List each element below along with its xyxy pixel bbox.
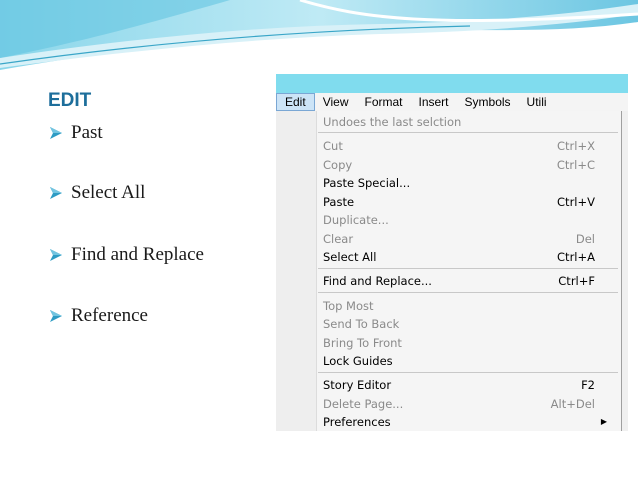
- bullet-item: Select All: [48, 182, 145, 204]
- header-swoosh-art: [0, 0, 638, 70]
- menu-item-delete-page[interactable]: Delete Page... Alt+Del: [323, 395, 595, 412]
- menu-item-label: Top Most: [323, 298, 374, 313]
- menu-item-duplicate[interactable]: Duplicate...: [323, 211, 595, 228]
- menu-item-paste-special[interactable]: Paste Special...: [323, 174, 595, 191]
- menu-item-label: Clear: [323, 231, 354, 246]
- menu-item-label: Preferences: [323, 414, 391, 429]
- menu-separator: [318, 132, 618, 133]
- bullet-item: Reference: [48, 305, 148, 327]
- menu-separator: [318, 268, 618, 269]
- menu-separator: [318, 292, 618, 293]
- bullet-text: Past: [71, 122, 103, 143]
- menu-item-paste[interactable]: Paste Ctrl+V: [323, 193, 595, 210]
- menu-item-preferences[interactable]: Preferences ▶: [323, 413, 607, 430]
- menu-item-label: Paste: [323, 194, 355, 209]
- menu-item-clear[interactable]: Clear Del: [323, 230, 595, 247]
- menu-item-story-editor[interactable]: Story Editor F2: [323, 376, 595, 393]
- menu-item-lock-guides[interactable]: Lock Guides: [323, 352, 595, 369]
- menu-item-label: Find and Replace...: [323, 273, 432, 288]
- menu-item-undo[interactable]: Undoes the last selction: [323, 113, 595, 130]
- arrow-bullet-icon: [50, 187, 62, 199]
- menu-item-shortcut: Ctrl+F: [558, 273, 595, 288]
- bullet-item: Past: [48, 122, 103, 144]
- menu-item-shortcut: Ctrl+A: [557, 249, 595, 264]
- arrow-bullet-icon: [50, 249, 62, 261]
- menu-item-label: Story Editor: [323, 377, 392, 392]
- menu-format[interactable]: Format: [356, 93, 410, 111]
- bullet-text: Reference: [71, 305, 148, 326]
- menu-item-label: Delete Page...: [323, 396, 404, 411]
- menu-edit[interactable]: Edit: [276, 93, 315, 111]
- menu-item-label: Paste Special...: [323, 175, 411, 190]
- menu-item-send-to-back[interactable]: Send To Back: [323, 315, 595, 332]
- menu-icon-gutter: [276, 111, 317, 431]
- menu-item-top-most[interactable]: Top Most: [323, 297, 595, 314]
- edit-menu-screenshot: Edit View Format Insert Symbols Utili Un…: [276, 74, 628, 431]
- menu-item-label: Lock Guides: [323, 353, 393, 368]
- bullet-text: Find and Replace: [71, 244, 204, 265]
- menu-view[interactable]: View: [315, 93, 357, 111]
- menu-item-shortcut: F2: [581, 377, 595, 392]
- menu-item-label: Bring To Front: [323, 335, 402, 350]
- menu-item-cut[interactable]: Cut Ctrl+X: [323, 137, 595, 154]
- menu-item-label: Cut: [323, 138, 343, 153]
- menu-item-shortcut: Del: [575, 231, 595, 246]
- menu-insert[interactable]: Insert: [411, 93, 457, 111]
- app-title-bar: [276, 74, 628, 93]
- menu-bar: Edit View Format Insert Symbols Utili: [276, 93, 628, 111]
- arrow-bullet-icon: [50, 127, 62, 139]
- menu-item-label: Copy: [323, 157, 353, 172]
- menu-item-label: Send To Back: [323, 316, 400, 331]
- menu-item-label: Duplicate...: [323, 212, 389, 227]
- menu-symbols[interactable]: Symbols: [457, 93, 519, 111]
- menu-separator: [318, 372, 618, 373]
- menu-utilities[interactable]: Utili: [519, 93, 555, 111]
- edit-dropdown-menu: Undoes the last selction Cut Ctrl+X Copy…: [276, 111, 622, 431]
- menu-item-shortcut: Ctrl+C: [556, 157, 595, 172]
- bullet-item: Find and Replace: [48, 244, 204, 266]
- menu-item-select-all[interactable]: Select All Ctrl+A: [323, 248, 595, 265]
- menu-item-copy[interactable]: Copy Ctrl+C: [323, 156, 595, 173]
- bullet-text: Select All: [71, 182, 146, 203]
- submenu-arrow-icon: ▶: [600, 417, 607, 426]
- menu-item-shortcut: Ctrl+X: [557, 138, 595, 153]
- menu-item-shortcut: Alt+Del: [550, 396, 595, 411]
- menu-item-shortcut: Ctrl+V: [557, 194, 595, 209]
- menu-item-bring-to-front[interactable]: Bring To Front: [323, 334, 595, 351]
- menu-item-find-replace[interactable]: Find and Replace... Ctrl+F: [323, 272, 595, 289]
- menu-item-label: Undoes the last selction: [323, 114, 462, 129]
- arrow-bullet-icon: [50, 310, 62, 322]
- slide-title: EDIT: [48, 90, 92, 111]
- menu-item-label: Select All: [323, 249, 377, 264]
